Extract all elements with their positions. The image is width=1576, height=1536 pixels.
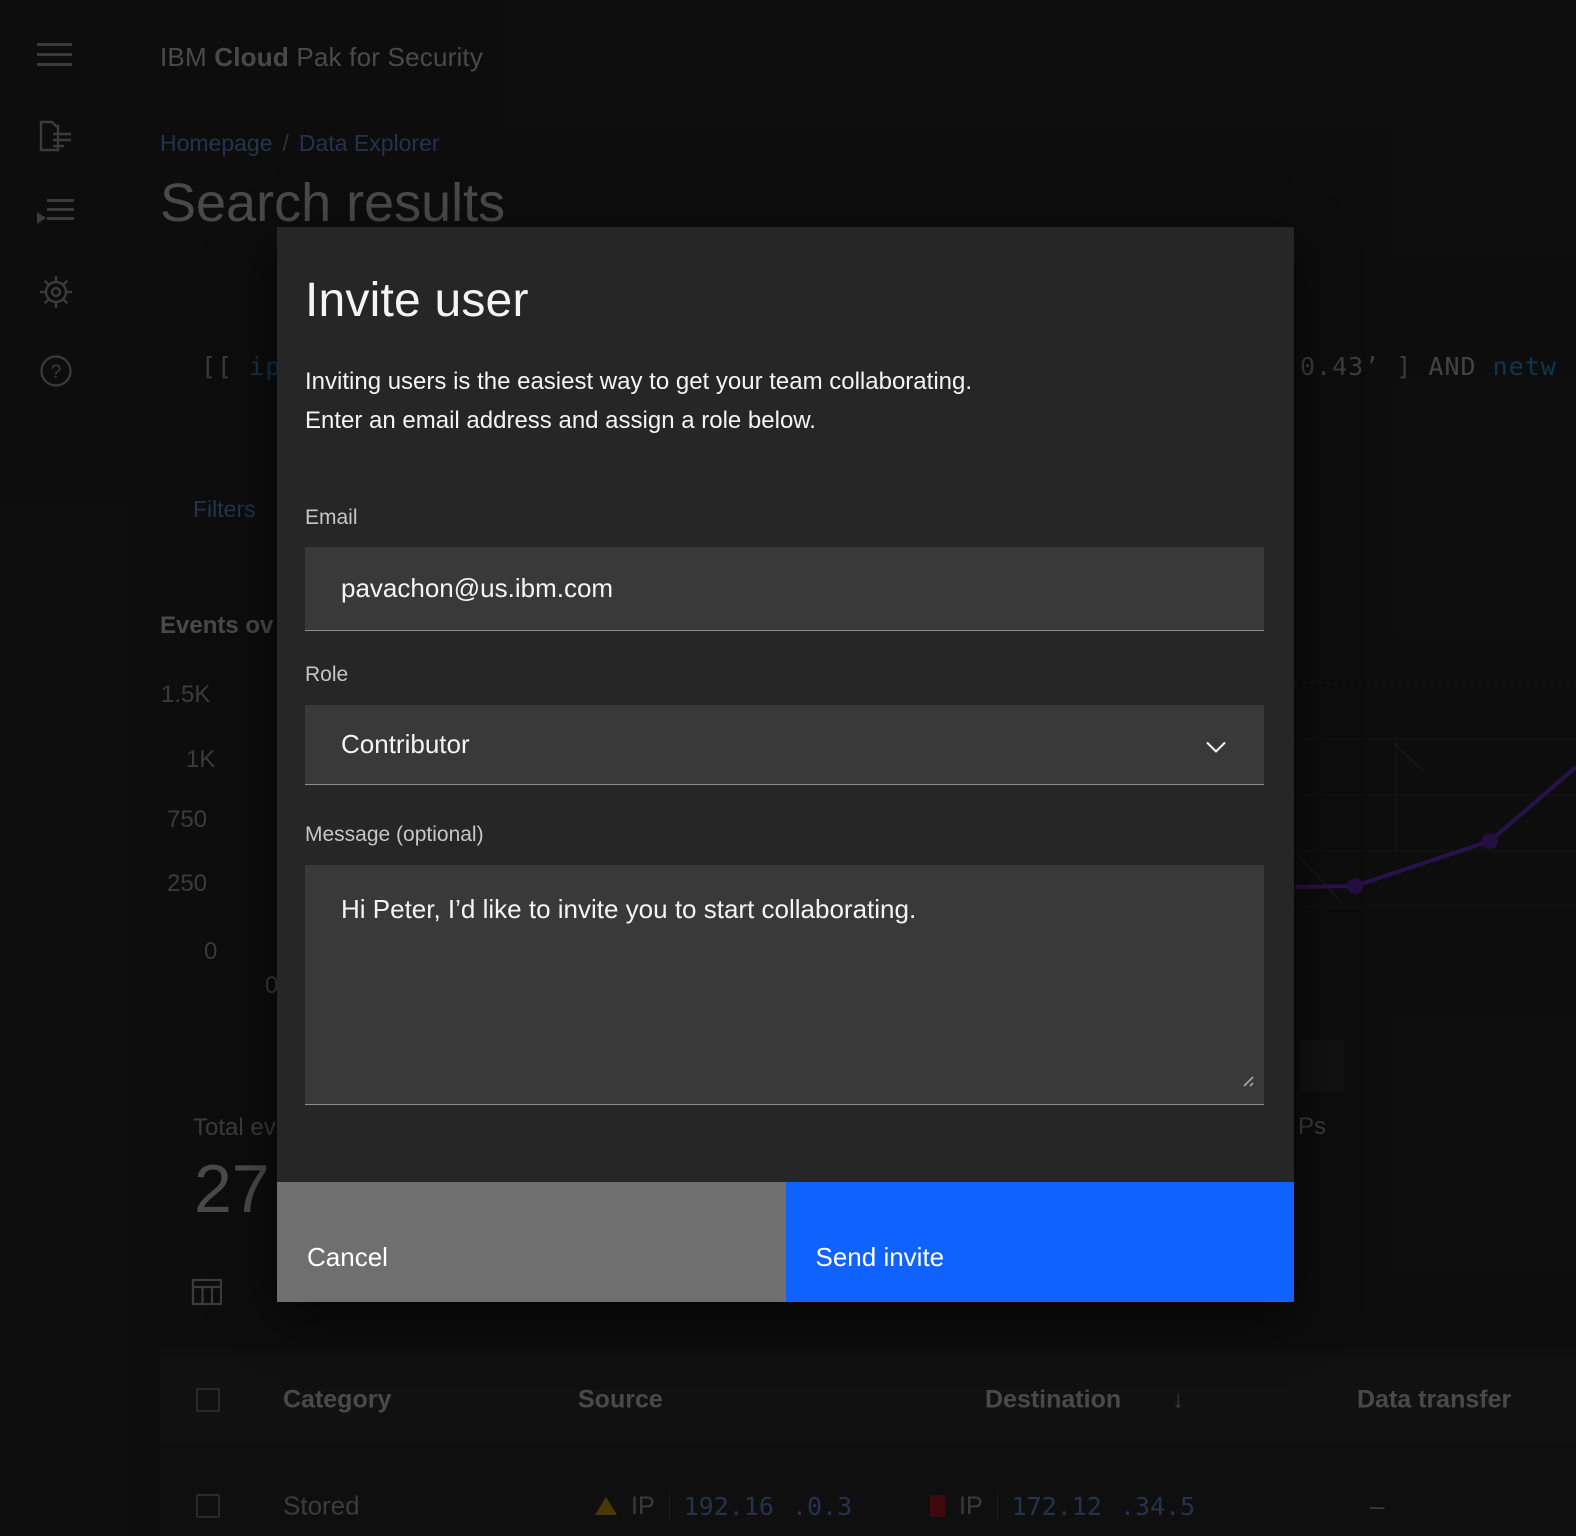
modal-description: Inviting users is the easiest way to get… bbox=[305, 362, 1264, 440]
chevron-down-icon bbox=[1206, 729, 1226, 760]
role-label: Role bbox=[305, 663, 1264, 687]
message-label: Message (optional) bbox=[305, 823, 1264, 847]
role-select-value: Contributor bbox=[341, 729, 470, 760]
modal-actions: Cancel Send invite bbox=[277, 1182, 1294, 1302]
invite-user-modal: Invite user Inviting users is the easies… bbox=[277, 227, 1294, 1302]
modal-title: Invite user bbox=[305, 227, 1264, 328]
cancel-button[interactable]: Cancel bbox=[277, 1182, 786, 1302]
send-invite-button[interactable]: Send invite bbox=[786, 1182, 1295, 1302]
email-input[interactable] bbox=[305, 547, 1264, 631]
email-label: Email bbox=[305, 506, 1264, 530]
role-select[interactable]: Contributor bbox=[305, 705, 1264, 785]
resize-grip-icon[interactable] bbox=[1241, 1074, 1255, 1093]
app-window: ? IBM Cloud Pak for Security Homepage/Da… bbox=[0, 0, 1576, 1536]
message-textarea[interactable]: Hi Peter, I’d like to invite you to star… bbox=[305, 865, 1264, 1105]
